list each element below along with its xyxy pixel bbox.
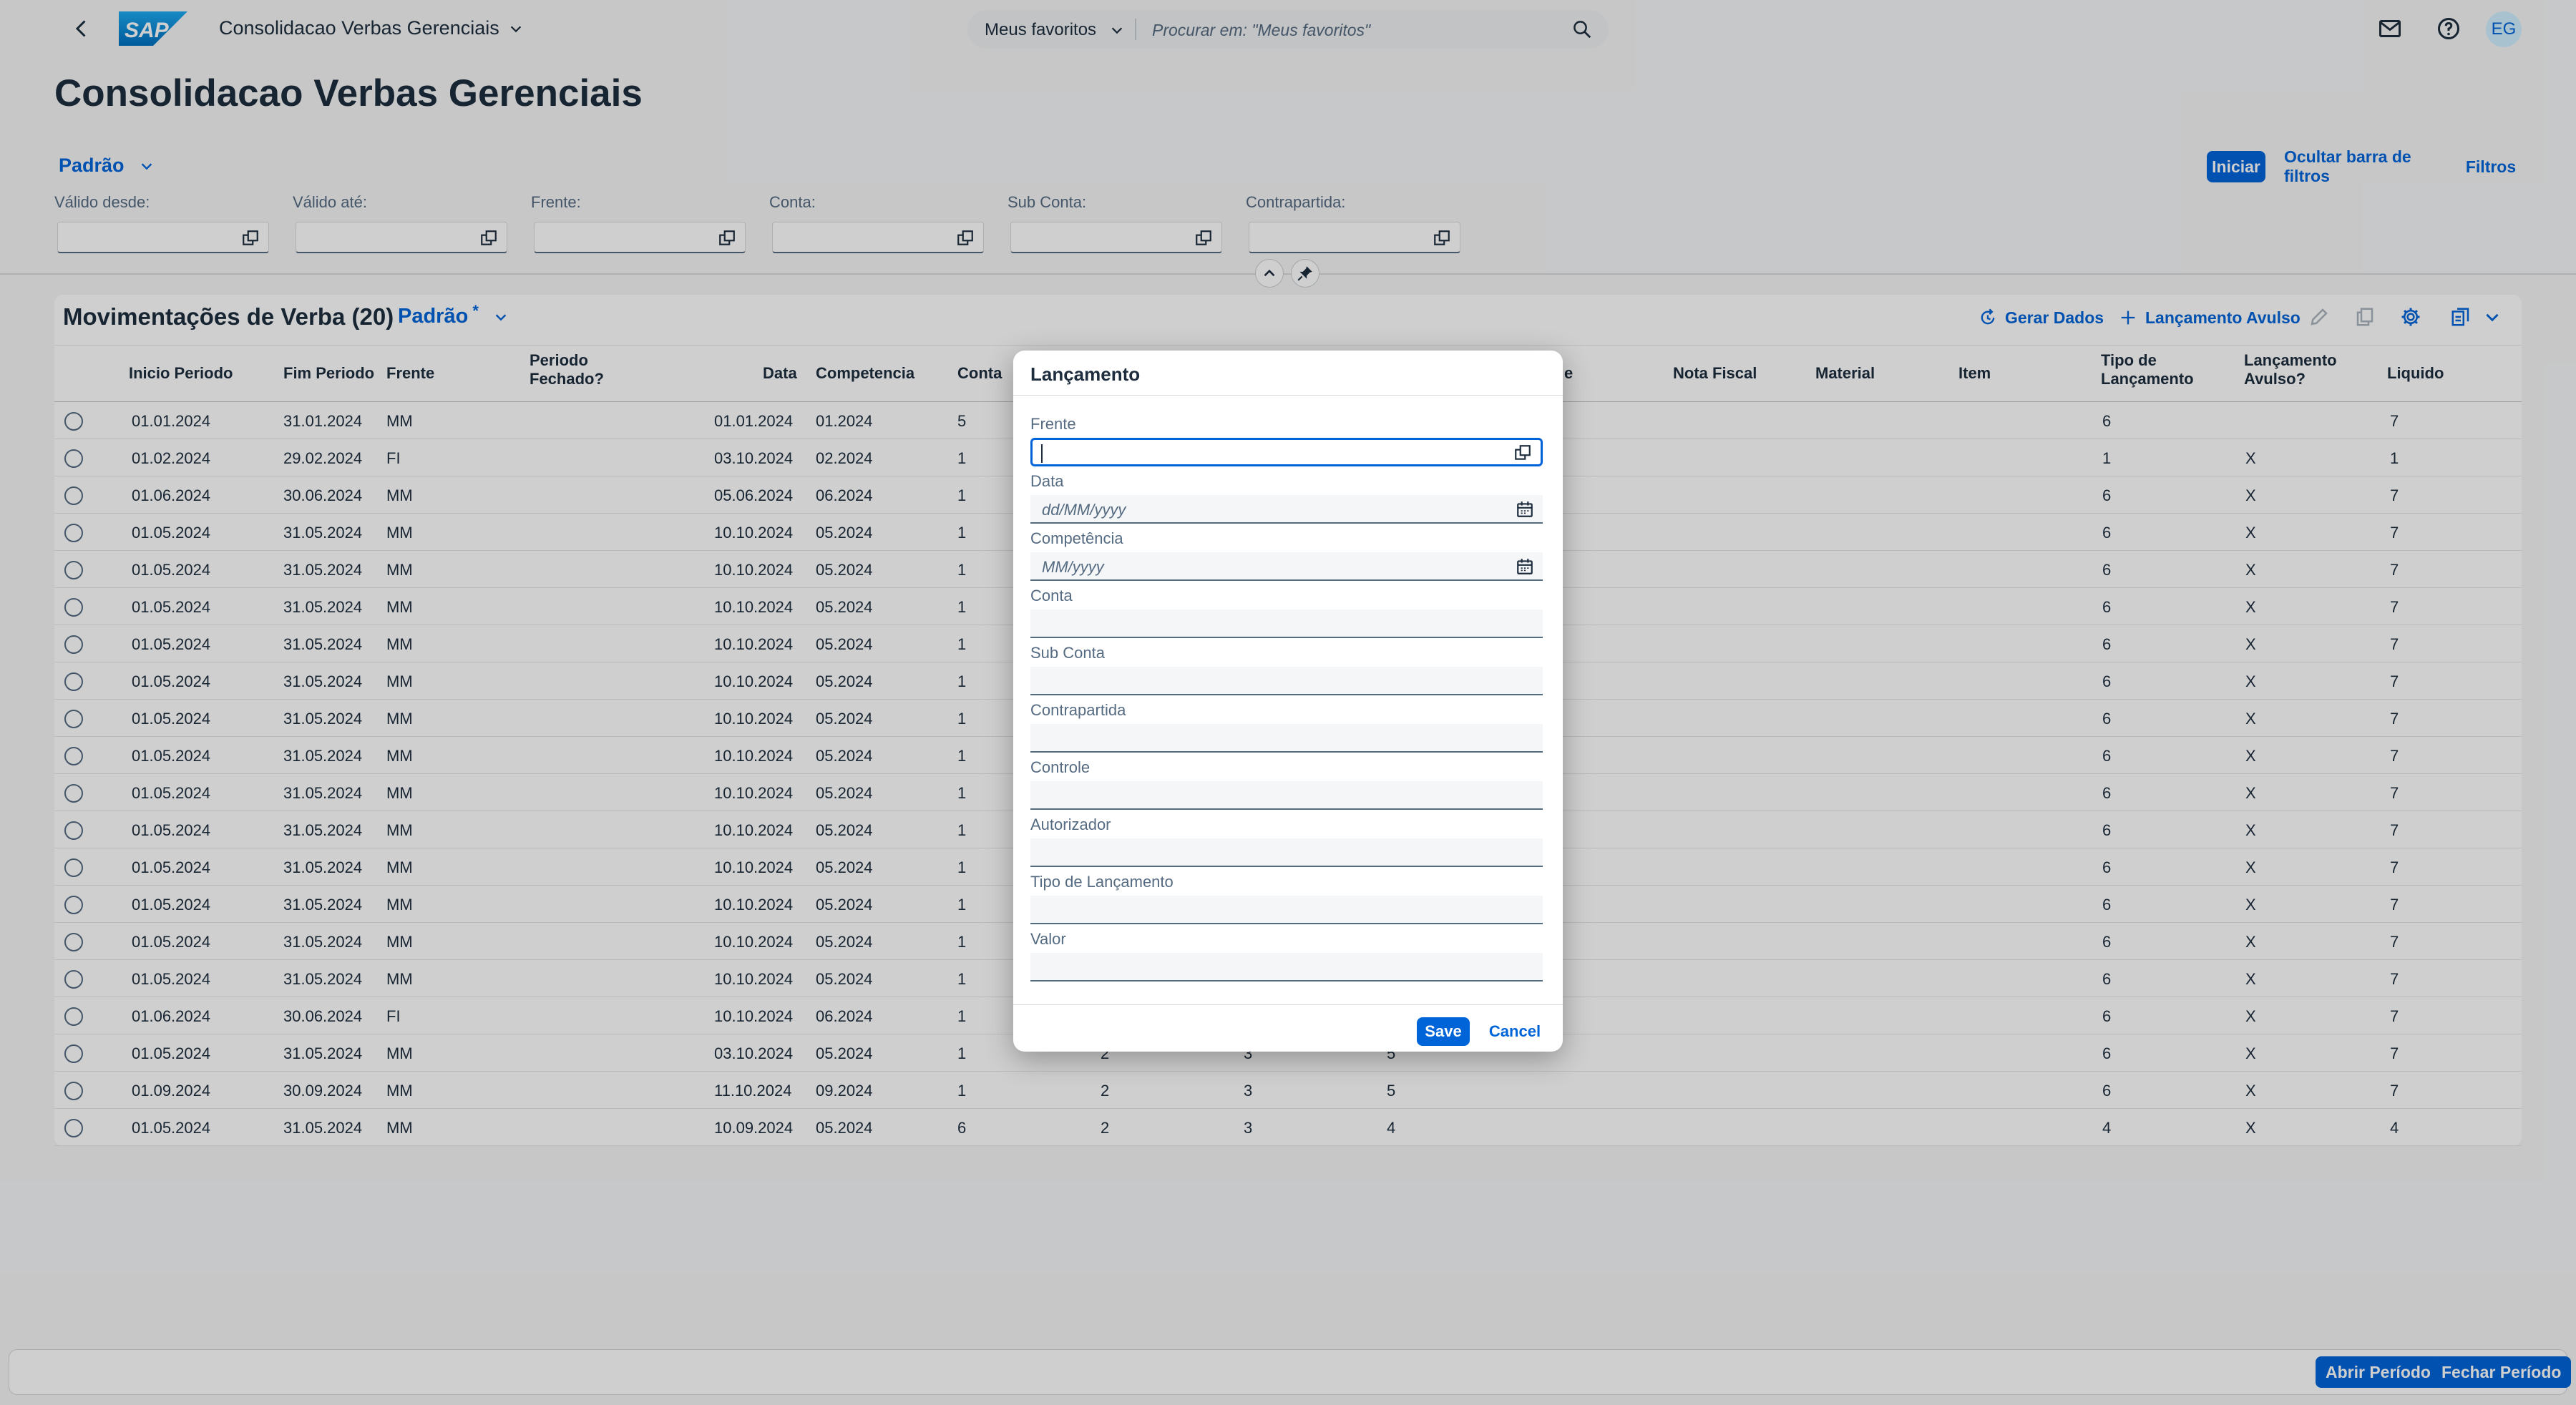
contrapartida-input[interactable] [1030,724,1543,753]
dialog-title: Lançamento [1030,363,1141,385]
data-date-input[interactable]: dd/MM/yyyy [1030,495,1543,524]
field-label-tipo-lancamento: Tipo de Lançamento [1030,873,1174,891]
valor-input[interactable] [1030,953,1543,981]
text-cursor [1041,444,1043,463]
field-label-conta: Conta [1030,587,1073,604]
data-placeholder: dd/MM/yyyy [1042,501,1126,519]
calendar-icon[interactable] [1516,557,1534,576]
field-label-sub-conta: Sub Conta [1030,644,1105,662]
cancel-button[interactable]: Cancel [1483,1017,1547,1046]
dialog-footer-separator [1013,1004,1563,1005]
competencia-input[interactable]: MM/yyyy [1030,552,1543,581]
field-label-competencia: Competência [1030,529,1123,547]
controle-input[interactable] [1030,781,1543,810]
field-label-controle: Controle [1030,758,1091,776]
lancamento-dialog: Lançamento Frente Data dd/MM/yyyy Compet… [1013,351,1563,1052]
field-label-data: Data [1030,472,1064,490]
save-button[interactable]: Save [1417,1017,1470,1046]
dialog-header-separator [1013,395,1563,396]
sub-conta-input[interactable] [1030,667,1543,695]
field-label-valor: Valor [1030,930,1066,948]
field-label-autorizador: Autorizador [1030,816,1111,833]
competencia-placeholder: MM/yyyy [1042,558,1104,576]
field-label-frente: Frente [1030,415,1076,433]
calendar-icon[interactable] [1516,500,1534,519]
value-help-icon[interactable] [1513,444,1532,462]
conta-input[interactable] [1030,610,1543,638]
autorizador-input[interactable] [1030,838,1543,867]
tipo-lancamento-input[interactable] [1030,896,1543,924]
frente-input[interactable] [1030,438,1543,466]
field-label-contrapartida: Contrapartida [1030,701,1126,719]
